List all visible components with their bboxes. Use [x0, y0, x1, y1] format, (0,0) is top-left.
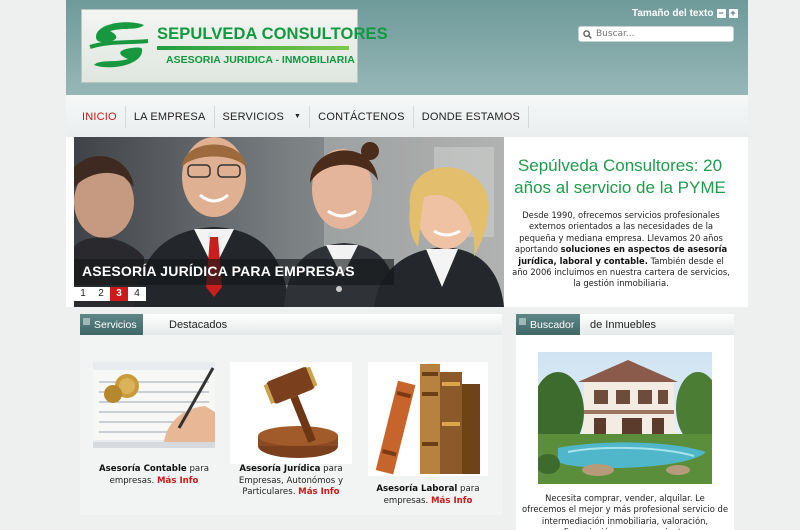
- slide-page-2[interactable]: 2: [92, 287, 110, 301]
- inmuebles-heading: de Inmuebles: [590, 319, 657, 331]
- page-wrapper: SEPULVEDA CONSULTORES ASESORIA JURIDICA …: [66, 0, 748, 530]
- service-title-laboral: Asesoría Laboral: [376, 484, 458, 494]
- inmuebles-panel: Necesita comprar, vender, alquilar. Le o…: [516, 335, 734, 530]
- services-panel: Asesoría Contable para empresas. Más Inf…: [80, 335, 502, 515]
- text-size-control: Tamaño del texto − +: [632, 8, 738, 19]
- inmuebles-text: Necesita comprar, vender, alquilar. Le o…: [522, 493, 728, 530]
- slideshow-pager: 1 2 3 4: [74, 287, 146, 301]
- inmuebles-panel-header: Buscador de Inmuebles: [516, 314, 734, 336]
- logo-title: SEPULVEDA CONSULTORES: [157, 25, 388, 43]
- logo-subtitle: ASESORIA JURIDICA - INMOBILIARIA: [166, 54, 355, 66]
- hero-slideshow[interactable]: ASESORÍA JURÍDICA PARA EMPRESAS 1 2 3 4: [74, 137, 504, 307]
- logo-mark-icon: [89, 22, 149, 68]
- services-tab: Servicios: [80, 314, 143, 336]
- search-icon: [583, 29, 592, 39]
- service-title-contable: Asesoría Contable: [98, 464, 187, 474]
- logo-divider: [157, 46, 349, 50]
- text-size-decrease-button[interactable]: −: [716, 9, 726, 18]
- service-desc-contable: Asesoría Contable para empresas. Más Inf…: [84, 464, 224, 487]
- slide-page-3[interactable]: 3: [110, 287, 128, 301]
- service-more-link-contable[interactable]: Más Info: [157, 476, 198, 486]
- nav-item-inicio[interactable]: INICIO: [74, 106, 126, 128]
- books-image: [368, 362, 488, 476]
- site-logo[interactable]: SEPULVEDA CONSULTORES ASESORIA JURIDICA …: [81, 9, 388, 83]
- nav-bar: INICIO LA EMPRESA SERVICIOS ▼ CONTÁCTENOS…: [66, 95, 748, 137]
- nav-item-contactenos[interactable]: CONTÁCTENOS: [310, 106, 414, 128]
- page-background-left: [0, 0, 66, 530]
- inmuebles-tab: Buscador: [516, 314, 581, 336]
- service-more-link-juridica[interactable]: Más Info: [298, 487, 339, 497]
- service-card-contable[interactable]: Asesoría Contable para empresas. Más Inf…: [84, 362, 224, 487]
- nav-item-la-empresa[interactable]: LA EMPRESA: [126, 106, 215, 128]
- service-desc-juridica: Asesoría Jurídica para Empresas, Autonóm…: [221, 464, 361, 499]
- services-panel-header: Servicios Destacados: [80, 314, 502, 336]
- search-box[interactable]: [578, 26, 734, 42]
- service-card-laboral[interactable]: Asesoría Laboral para empresas. Más Info: [358, 362, 498, 507]
- service-desc-laboral: Asesoría Laboral para empresas. Más Info: [358, 484, 498, 507]
- accounting-image: [93, 362, 215, 448]
- dropdown-caret-icon: ▼: [294, 113, 302, 120]
- text-size-label: Tamaño del texto: [632, 8, 714, 19]
- nav-item-servicios-label: SERVICIOS: [222, 111, 285, 123]
- intro-text: Desde 1990, ofrecemos servicios profesio…: [511, 210, 731, 290]
- main-nav: INICIO LA EMPRESA SERVICIOS ▼ CONTÁCTENOS…: [74, 106, 530, 128]
- intro-title: Sepúlveda Consultores: 20 años al servic…: [514, 156, 726, 197]
- text-size-increase-button[interactable]: +: [728, 9, 738, 18]
- service-more-link-laboral[interactable]: Más Info: [431, 496, 472, 506]
- house-image[interactable]: [538, 352, 712, 484]
- nav-item-servicios[interactable]: SERVICIOS ▼: [215, 106, 311, 128]
- nav-item-donde-estamos[interactable]: DONDE ESTAMOS: [414, 106, 530, 128]
- hero-caption: ASESORÍA JURÍDICA PARA EMPRESAS: [74, 259, 394, 285]
- slide-page-4[interactable]: 4: [128, 287, 146, 301]
- search-input[interactable]: [596, 29, 726, 39]
- service-title-juridica: Asesoría Jurídica: [239, 464, 321, 474]
- gavel-image: [230, 362, 352, 464]
- services-heading: Destacados: [169, 319, 228, 331]
- service-card-juridica[interactable]: Asesoría Jurídica para Empresas, Autonóm…: [221, 362, 361, 499]
- slide-page-1[interactable]: 1: [74, 287, 92, 301]
- site-header: SEPULVEDA CONSULTORES ASESORIA JURIDICA …: [66, 0, 748, 95]
- hero-caption-text: ASESORÍA JURÍDICA PARA EMPRESAS: [82, 263, 355, 279]
